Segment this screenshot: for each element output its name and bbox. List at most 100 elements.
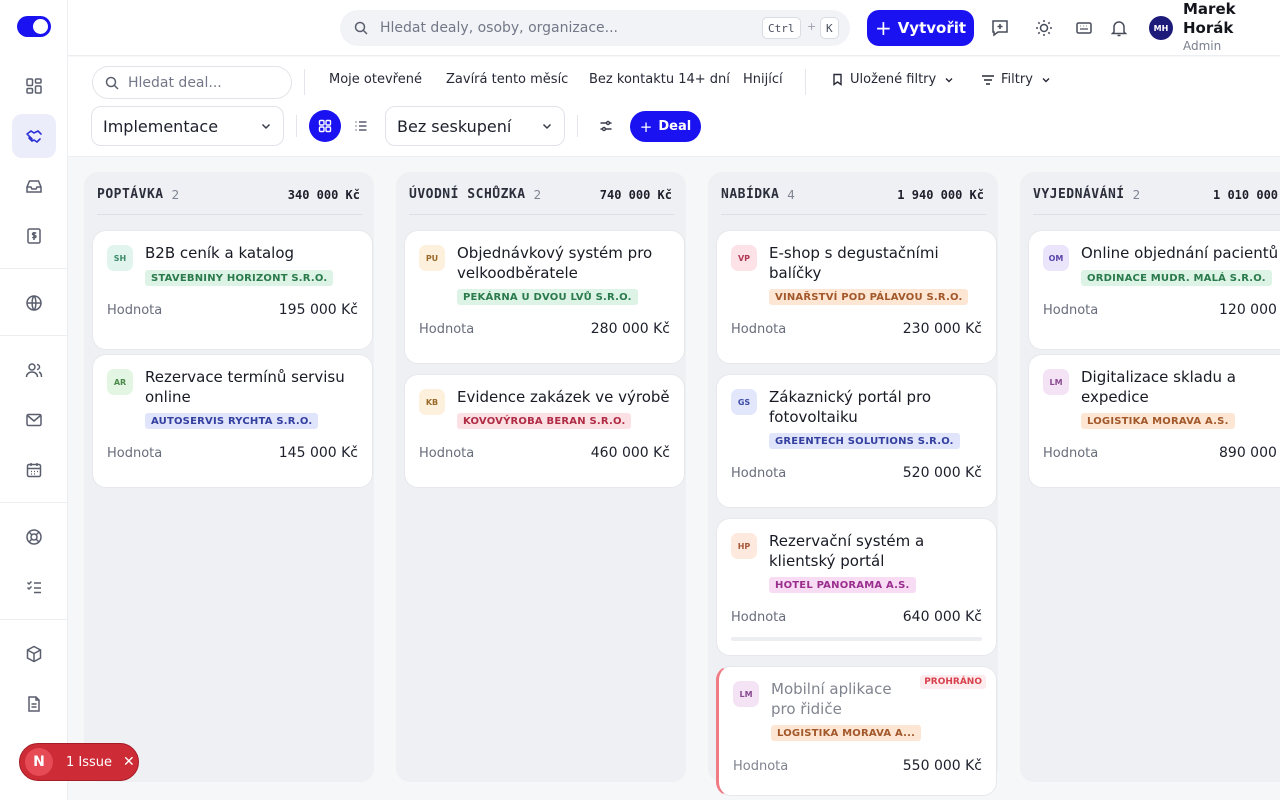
deal-card[interactable]: SH B2B ceník a katalog STAVEBNINY HORIZO… <box>92 230 373 350</box>
value-label: Hodnota <box>731 610 787 625</box>
column-total: 340 000 Kč <box>287 188 360 202</box>
plus-icon: + <box>639 117 653 136</box>
column-count: 4 <box>787 188 795 202</box>
quick-filter-closing-this-month[interactable]: Zavírá tento měsíc <box>446 72 568 87</box>
global-search-input[interactable]: Hledat dealy, osoby, organizace... Ctrl … <box>340 10 850 46</box>
org-tag[interactable]: ORDINACE MUDR. MALÁ S.R.O. <box>1081 270 1272 286</box>
sidebar-item-inbox[interactable] <box>12 164 56 208</box>
deal-card[interactable]: HP Rezervační systém a klientský portál … <box>716 518 997 656</box>
filter-bar: Hledat deal... Moje otevřené Zavírá tent… <box>68 57 1280 157</box>
sidebar-item-mail[interactable] <box>12 398 56 442</box>
deal-progress-bar <box>731 637 982 641</box>
deal-card[interactable]: VP E-shop s degustačními balíčky VINAŘST… <box>716 230 997 364</box>
keyboard-icon[interactable] <box>1072 16 1096 40</box>
deals-icon <box>24 126 44 146</box>
deal-title: Objednávkový systém pro velkoodběratele <box>457 244 653 282</box>
value-label: Hodnota <box>107 446 163 461</box>
column-header: VYJEDNÁVÁNÍ 2 1 010 000 Kč <box>1033 187 1280 215</box>
grouping-select-value: Bez seskupení <box>397 116 512 136</box>
sidebar-item-calendar[interactable] <box>12 448 56 492</box>
org-tag[interactable]: PEKÁRNA U DVOU LVŮ S.R.O. <box>457 289 638 305</box>
sidebar-item-support[interactable] <box>12 515 56 559</box>
pipeline-select[interactable]: Implementace <box>91 106 284 146</box>
filters-dropdown[interactable]: Filtry <box>981 72 1051 87</box>
org-tag[interactable]: KOVOVÝROBA BERAN S.R.O. <box>457 413 632 429</box>
contacts-icon <box>25 361 43 379</box>
deal-card-lost[interactable]: LM PROHRÁNO Mobilní aplikace pro řidiče … <box>716 666 997 796</box>
sidebar-item-deals[interactable] <box>12 114 56 158</box>
deal-search-input[interactable]: Hledat deal... <box>92 66 292 99</box>
sidebar-item-web[interactable] <box>12 281 56 325</box>
pipeline-column: NABÍDKA 4 1 940 000 Kč VP E-shop s degus… <box>708 172 998 796</box>
inbox-icon <box>25 177 43 195</box>
deal-card[interactable]: PU Objednávkový systém pro velkoodběrate… <box>404 230 685 364</box>
quick-filter-no-contact[interactable]: Bez kontaktu 14+ dní <box>589 72 730 87</box>
search-icon <box>105 76 119 90</box>
org-tag[interactable]: AUTOSERVIS RYCHTA S.R.O. <box>145 413 319 429</box>
sidebar-item-invoices[interactable] <box>12 214 56 258</box>
org-tag[interactable]: GREENTECH SOLUTIONS S.R.O. <box>769 433 960 449</box>
deal-value: 280 000 Kč <box>590 321 670 337</box>
org-initials-avatar: GS <box>731 389 757 415</box>
column-header: POPTÁVKA 2 340 000 Kč <box>97 187 362 215</box>
deal-title: Mobilní aplikace pro řidiče <box>771 680 892 718</box>
pipeline-column: ÚVODNÍ SCHŮZKA 2 740 000 Kč PU Objednávk… <box>396 172 686 782</box>
deal-value: 195 000 Kč <box>278 302 358 318</box>
value-label: Hodnota <box>733 759 789 774</box>
column-header: NABÍDKA 4 1 940 000 Kč <box>721 187 986 215</box>
search-icon <box>354 21 368 35</box>
value-label: Hodnota <box>731 322 787 337</box>
theme-sun-icon[interactable] <box>1032 16 1056 40</box>
sidebar-divider <box>0 502 67 503</box>
org-initials-avatar: LM <box>1043 369 1069 395</box>
org-tag[interactable]: LOGISTIKA MORAVA A... <box>771 725 922 741</box>
saved-filters-dropdown[interactable]: Uložené filtry <box>831 72 954 87</box>
add-deal-button[interactable]: + Deal <box>630 111 701 142</box>
deal-title: Zákaznický portál pro fotovoltaiku <box>769 388 932 426</box>
org-tag[interactable]: STAVEBNINY HORIZONT S.R.O. <box>145 270 334 286</box>
bell-icon[interactable] <box>1107 16 1131 40</box>
org-tag[interactable]: VINAŘSTVÍ POD PÁLAVOU S.R.O. <box>769 289 969 305</box>
deal-card[interactable]: KB Evidence zakázek ve výrobě KOVOVÝROBA… <box>404 374 685 488</box>
board-view-button[interactable] <box>309 110 341 142</box>
list-view-button[interactable] <box>345 110 377 142</box>
user-name: Marek Horák <box>1183 0 1236 37</box>
deal-value: 460 000 Kč <box>590 445 670 461</box>
issue-indicator[interactable]: N 1 Issue ✕ <box>19 743 139 781</box>
logo-toggle-icon[interactable] <box>17 16 51 37</box>
deal-card[interactable]: OM Online objednání pacientů ORDINACE MU… <box>1028 230 1280 350</box>
column-name: VYJEDNÁVÁNÍ <box>1033 187 1125 202</box>
column-count: 2 <box>533 188 542 202</box>
column-name: ÚVODNÍ SCHŮZKA <box>409 187 526 202</box>
global-search-placeholder: Hledat dealy, osoby, organizace... <box>380 20 618 36</box>
deal-card[interactable]: AR Rezervace termínů servisu online AUTO… <box>92 354 373 488</box>
sidebar-item-products[interactable] <box>12 632 56 676</box>
deal-value: 550 000 Kč <box>902 758 982 774</box>
sidebar-divider <box>0 619 67 620</box>
sidebar-item-tasks[interactable] <box>12 565 56 609</box>
sidebar-item-contacts[interactable] <box>12 348 56 392</box>
sidebar-item-documents[interactable] <box>12 682 56 726</box>
create-button[interactable]: + Vytvořit <box>867 10 974 46</box>
sidebar-divider <box>0 335 67 336</box>
documents-icon <box>25 695 43 713</box>
column-total: 1 940 000 Kč <box>897 188 984 202</box>
org-initials-avatar: VP <box>731 245 757 271</box>
quick-filter-my-open[interactable]: Moje otevřené <box>329 72 422 87</box>
close-icon[interactable]: ✕ <box>123 754 135 770</box>
org-initials-avatar: KB <box>419 389 445 415</box>
deal-card[interactable]: GS Zákaznický portál pro fotovoltaiku GR… <box>716 374 997 508</box>
sidebar-item-dashboard[interactable] <box>12 64 56 108</box>
org-tag[interactable]: LOGISTIKA MORAVA A.S. <box>1081 413 1235 429</box>
deal-card[interactable]: LM Digitalizace skladu a expedice LOGIST… <box>1028 354 1280 488</box>
bookmark-icon <box>831 73 844 86</box>
settings-sliders-button[interactable] <box>590 110 622 142</box>
org-tag[interactable]: HOTEL PANORAMA A.S. <box>769 577 916 593</box>
avatar[interactable]: MH <box>1149 16 1173 40</box>
chevron-down-icon <box>259 119 273 133</box>
tasks-icon <box>25 578 43 596</box>
org-initials-avatar: PU <box>419 245 445 271</box>
quick-filter-rotting[interactable]: Hnijící <box>743 72 783 87</box>
add-note-icon[interactable] <box>988 16 1012 40</box>
grouping-select[interactable]: Bez seskupení <box>385 106 565 146</box>
